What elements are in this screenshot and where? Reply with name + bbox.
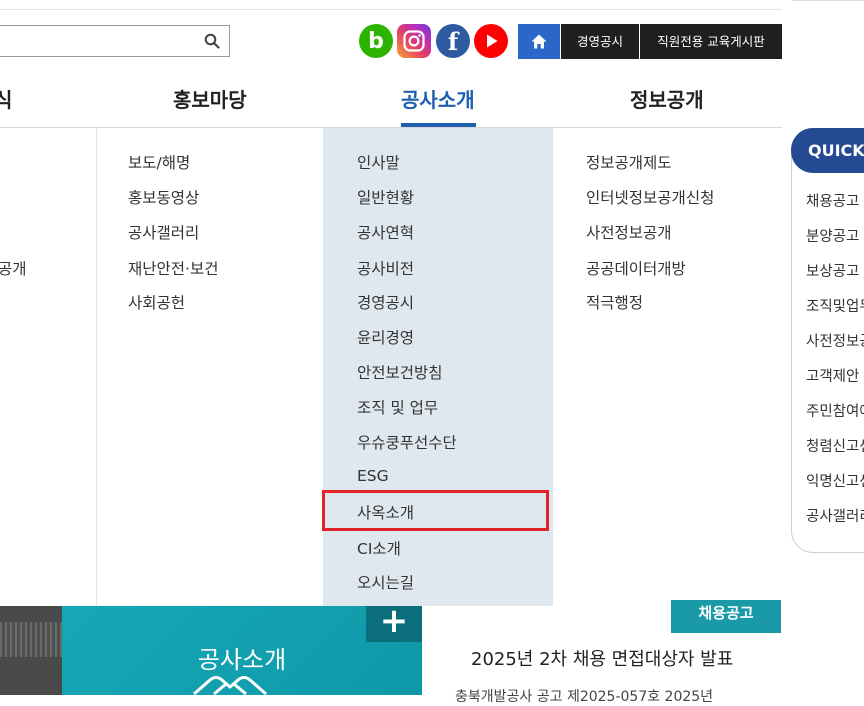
quick-menu-item[interactable]: 사전정보공개 — [806, 330, 864, 351]
gnb-item-0[interactable]: 식 — [0, 84, 12, 113]
submenu-item[interactable]: 사회공헌 — [128, 291, 185, 313]
highlight-annotation-box — [322, 490, 549, 531]
submenu-item[interactable]: 경영공시 — [357, 291, 414, 313]
blog-icon[interactable]: b — [359, 24, 393, 58]
submenu-column-divider — [96, 128, 97, 606]
play-glyph — [487, 34, 498, 48]
submenu-item[interactable]: 안전보건방침 — [357, 361, 443, 383]
submenu-item[interactable]: ESG — [357, 467, 389, 485]
news-summary: 충북개발공사 공고 제2025-057호 2025년 — [455, 689, 714, 705]
news-category-tag[interactable]: 채용공고 — [671, 600, 781, 633]
search-box — [0, 25, 230, 57]
submenu-item[interactable]: 일반현황 — [357, 186, 414, 208]
quick-menu-item[interactable]: 분양공고 — [806, 225, 859, 246]
search-icon[interactable] — [204, 33, 220, 49]
submenu-item[interactable]: 보도/해명 — [128, 151, 190, 173]
submenu-item[interactable]: 사전정보공개 — [586, 221, 672, 243]
gnb-item-promotion[interactable]: 홍보마당 — [173, 84, 247, 113]
submenu-item[interactable]: 공사비전 — [357, 257, 414, 279]
home-icon — [531, 34, 547, 49]
submenu-item[interactable]: 공사갤러리 — [128, 221, 199, 243]
submenu-item[interactable]: 공개 — [0, 257, 27, 279]
quick-menu-item[interactable]: 익명신고센터 — [806, 470, 864, 491]
submenu-item[interactable]: 적극행정 — [586, 291, 643, 313]
top-link-management-disclosure[interactable]: 경영공시 — [561, 24, 639, 59]
quick-menu-item[interactable]: 보상공고 — [806, 260, 859, 281]
gnb-item-about[interactable]: 공사소개 — [401, 84, 475, 113]
quick-menu-item[interactable]: 고객제안 — [806, 365, 859, 386]
submenu-item[interactable]: 조직 및 업무 — [357, 396, 438, 418]
quick-menu-item[interactable]: 채용공고 — [806, 190, 859, 211]
quick-menu-item[interactable]: 공사갤러리 — [806, 505, 864, 526]
top-link-staff-board[interactable]: 직원전용 교육게시판 — [640, 24, 782, 59]
facebook-icon[interactable]: f — [436, 24, 470, 58]
submenu-item[interactable]: 윤리경영 — [357, 326, 414, 348]
submenu-item[interactable]: CI소개 — [357, 537, 401, 559]
quick-menu-item[interactable]: 청렴신고센터 — [806, 435, 864, 456]
home-button[interactable] — [518, 24, 560, 59]
gnb-item-info-disclosure[interactable]: 정보공개 — [630, 84, 704, 113]
instagram-icon[interactable] — [397, 24, 431, 58]
submenu-item[interactable]: 공공데이터개방 — [586, 257, 686, 279]
submenu-item[interactable]: 공사연혁 — [357, 221, 414, 243]
banner-more-button[interactable]: + — [366, 604, 422, 642]
submenu-item[interactable]: 홍보동영상 — [128, 186, 199, 208]
submenu-item[interactable]: 정보공개제도 — [586, 151, 672, 173]
instagram-glyph — [403, 30, 425, 52]
quick-menu-title: QUICK MENU — [791, 128, 864, 173]
submenu-item[interactable]: 인사말 — [357, 151, 400, 173]
youtube-icon[interactable] — [474, 24, 508, 58]
search-input[interactable] — [5, 27, 199, 57]
news-title[interactable]: 2025년 2차 채용 면접대상자 발표 — [471, 645, 733, 671]
submenu-item[interactable]: 인터넷정보공개신청 — [586, 186, 714, 208]
quick-menu-item[interactable]: 조직및업무 — [806, 295, 864, 316]
top-divider-right — [792, 0, 864, 1]
quick-menu-item[interactable]: 주민참여예산 — [806, 400, 864, 421]
facebook-letter: f — [447, 26, 459, 56]
submenu-item[interactable]: 재난안전·보건 — [128, 257, 219, 279]
dark-banner-pattern — [0, 622, 62, 657]
handshake-icon — [193, 676, 267, 695]
blog-letter: b — [368, 28, 384, 54]
banner-title: 공사소개 — [197, 646, 287, 674]
top-divider — [0, 9, 782, 10]
submenu-item[interactable]: 오시는길 — [357, 571, 414, 593]
submenu-item[interactable]: 우슈쿵푸선수단 — [357, 431, 457, 453]
